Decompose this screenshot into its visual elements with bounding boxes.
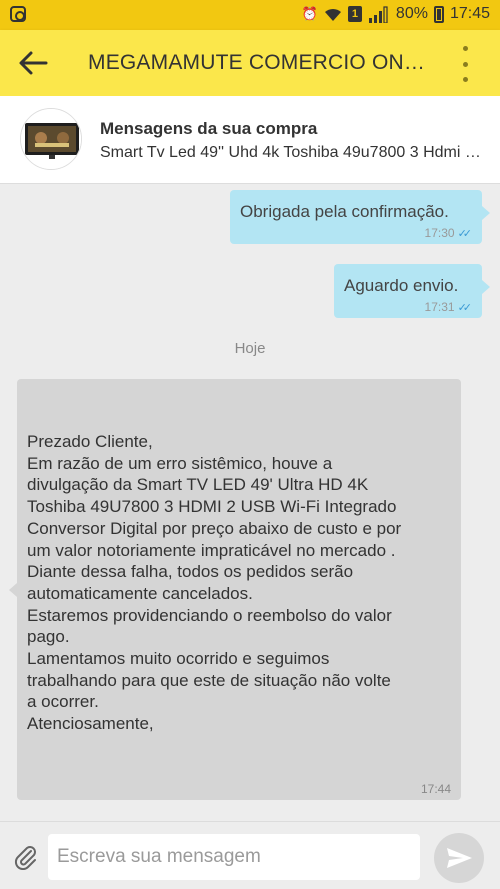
status-icons: ⏰ 1 80% 17:45 bbox=[302, 5, 490, 23]
send-button[interactable] bbox=[434, 833, 484, 883]
outgoing-message: Obrigada pela confirmação. 17:30 ✓✓ bbox=[230, 190, 490, 244]
battery-percent: 80% bbox=[395, 5, 428, 22]
message-composer bbox=[0, 821, 500, 889]
alarm-icon: ⏰ bbox=[301, 6, 319, 21]
message-text: Prezado Cliente, Em razão de um erro sis… bbox=[27, 432, 402, 734]
message-meta: 17:30 ✓✓ bbox=[424, 226, 473, 240]
app-bar: MEGAMAMUTE COMERCIO ONLINE bbox=[0, 30, 500, 96]
purchase-header[interactable]: Mensagens da sua compra Smart Tv Led 49'… bbox=[0, 96, 500, 184]
message-text: Aguardo envio. bbox=[344, 276, 459, 295]
signal-icon bbox=[368, 5, 388, 23]
message-input[interactable] bbox=[48, 834, 420, 880]
product-thumbnail bbox=[20, 108, 82, 170]
incoming-message: Prezado Cliente, Em razão de um erro sis… bbox=[9, 379, 461, 800]
message-text: Obrigada pela confirmação. bbox=[240, 202, 449, 221]
more-vert-icon bbox=[462, 46, 468, 51]
double-check-icon: ✓✓ bbox=[457, 301, 473, 314]
send-icon bbox=[447, 848, 472, 868]
product-name: Smart Tv Led 49'' Uhd 4k Toshiba 49u7800… bbox=[100, 144, 485, 161]
purchase-messages-label: Mensagens da sua compra bbox=[100, 119, 318, 138]
message-time: 17:30 bbox=[424, 226, 455, 240]
wifi-icon bbox=[324, 8, 341, 21]
conversation-title: MEGAMAMUTE COMERCIO ONLINE bbox=[88, 51, 428, 74]
more-options-button[interactable] bbox=[458, 46, 472, 82]
clock: 17:45 bbox=[449, 5, 490, 22]
instagram-icon bbox=[10, 6, 26, 22]
sim-icon: 1 bbox=[347, 6, 362, 22]
double-check-icon: ✓✓ bbox=[457, 227, 473, 240]
message-meta: 17:31 ✓✓ bbox=[424, 300, 473, 314]
day-separator: Hoje bbox=[234, 340, 266, 357]
message-time: 17:31 bbox=[424, 300, 455, 314]
attach-button[interactable] bbox=[13, 844, 39, 871]
paperclip-icon bbox=[14, 846, 36, 871]
status-bar: ⏰ 1 80% 17:45 bbox=[0, 0, 500, 30]
message-time: 17:44 bbox=[420, 782, 451, 796]
back-arrow-icon bbox=[19, 51, 48, 75]
battery-icon bbox=[433, 5, 444, 23]
back-button[interactable] bbox=[16, 48, 50, 78]
outgoing-message: Aguardo envio. 17:31 ✓✓ bbox=[334, 264, 490, 318]
